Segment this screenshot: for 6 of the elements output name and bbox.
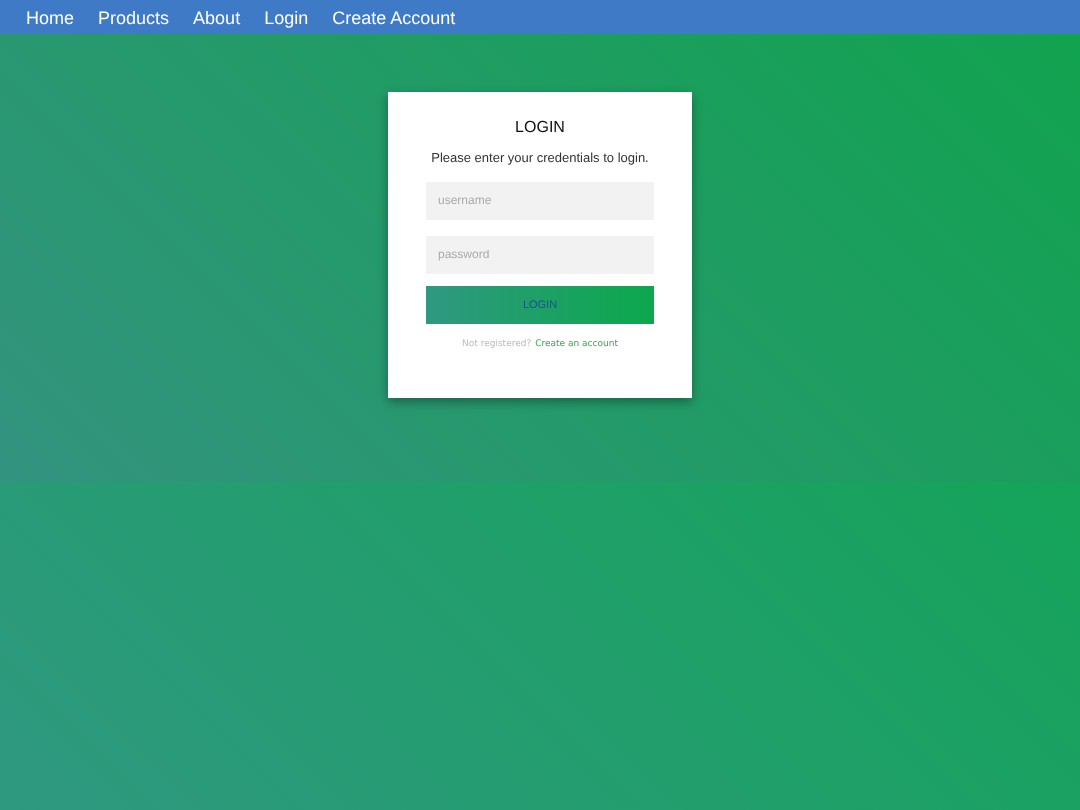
nav-link[interactable]: About: [193, 7, 241, 27]
nav-link[interactable]: Create Account: [332, 7, 456, 27]
nav-link[interactable]: Login: [264, 7, 309, 27]
nav-link[interactable]: Home: [26, 7, 75, 27]
nav-link[interactable]: Products: [98, 7, 170, 27]
form-title: LOGIN: [515, 118, 565, 136]
